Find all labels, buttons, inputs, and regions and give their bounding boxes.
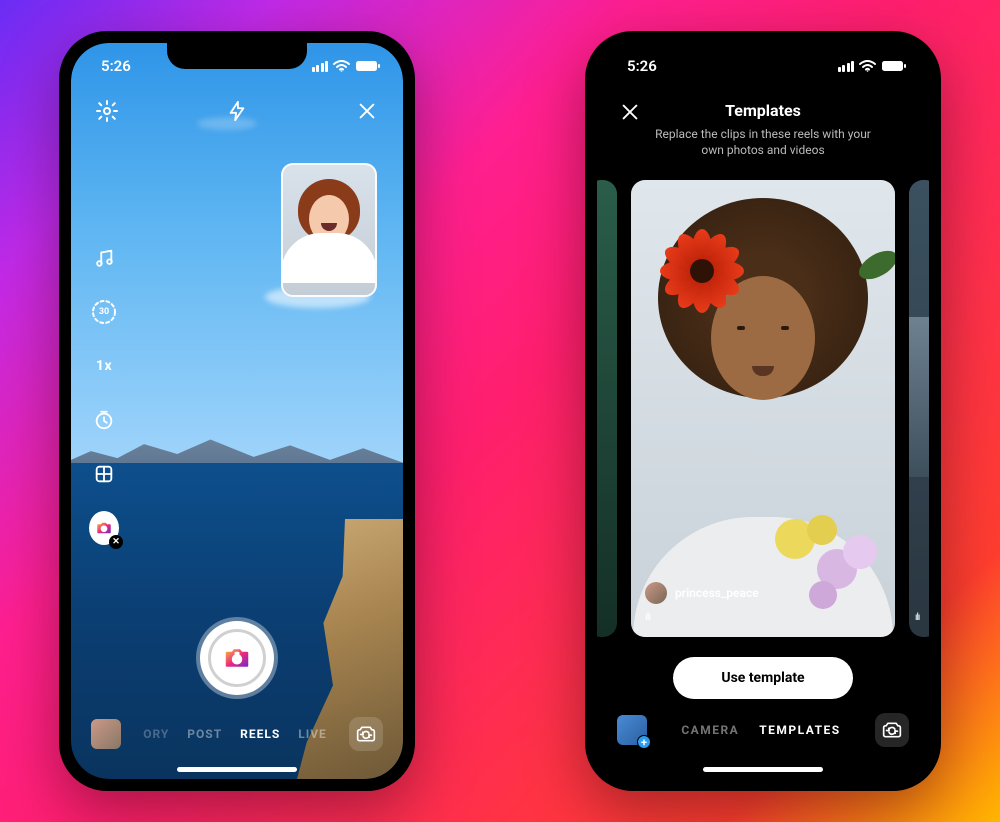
camera-top-bar	[71, 97, 403, 125]
status-time: 5:26	[101, 57, 131, 75]
timer-icon[interactable]	[89, 405, 119, 435]
shutter-button[interactable]	[200, 621, 274, 695]
cellular-signal-icon	[838, 61, 855, 72]
duration-button[interactable]: 30	[89, 297, 119, 327]
mode-story-partial[interactable]: ORY	[143, 727, 169, 741]
phone-left: 5:26	[59, 31, 415, 791]
mode-post[interactable]: POST	[187, 727, 222, 741]
flip-camera-button[interactable]	[875, 713, 909, 747]
mode-templates[interactable]: TEMPLATES	[759, 723, 840, 737]
source-mode-selector[interactable]: CAMERA TEMPLATES	[681, 723, 840, 737]
template-audio-label[interactable]: princess_peace · Original Audio	[658, 610, 811, 623]
templates-header: Templates Replace the clips in these ree…	[597, 89, 929, 164]
battery-icon	[881, 60, 907, 72]
status-time: 5:26	[627, 57, 657, 75]
flash-icon[interactable]	[223, 97, 251, 125]
battery-icon	[355, 60, 381, 72]
gallery-thumbnail[interactable]: +	[617, 715, 647, 745]
template-card-footer: princess_peace ılı princess_peace · Orig…	[645, 576, 881, 623]
settings-icon[interactable]	[93, 97, 121, 125]
wifi-icon	[333, 60, 350, 72]
layout-icon[interactable]	[89, 459, 119, 489]
use-template-button[interactable]: Use template	[673, 657, 853, 699]
template-card-main[interactable]: princess_peace ılı princess_peace · Orig…	[631, 180, 895, 637]
header-subtitle: Replace the clips in these reels with yo…	[619, 126, 907, 158]
wifi-icon	[859, 60, 876, 72]
cellular-signal-icon	[312, 61, 329, 72]
audio-icon: ılı	[915, 612, 919, 623]
template-card-prev[interactable]	[597, 180, 617, 637]
template-username[interactable]: princess_peace	[675, 586, 759, 600]
avatar[interactable]	[645, 582, 667, 604]
flip-camera-button[interactable]	[349, 717, 383, 751]
template-card-next[interactable]: ılı s	[909, 180, 929, 637]
music-icon[interactable]	[89, 243, 119, 273]
camera-bottom-row: ORY POST REELS LIVE	[71, 717, 403, 751]
close-icon[interactable]	[353, 97, 381, 125]
mode-live[interactable]: LIVE	[298, 727, 327, 741]
gallery-thumbnail[interactable]	[91, 719, 121, 749]
flower-decoration	[659, 228, 745, 314]
header-title: Templates	[619, 101, 907, 120]
status-bar: 5:26	[597, 43, 929, 89]
template-carousel[interactable]: princess_peace ılı princess_peace · Orig…	[597, 164, 929, 649]
home-indicator[interactable]	[177, 767, 297, 772]
home-indicator[interactable]	[703, 767, 823, 772]
remove-icon[interactable]: ✕	[109, 535, 123, 549]
mode-reels[interactable]: REELS	[240, 727, 280, 741]
audio-icon: ılı	[645, 610, 650, 623]
capture-mode-selector[interactable]: ORY POST REELS LIVE	[143, 727, 327, 741]
screen-right: 5:26 Templates Replace the clips in thes…	[597, 43, 929, 779]
close-icon[interactable]	[619, 101, 641, 127]
camera-roll-button[interactable]: ✕	[89, 513, 119, 543]
picture-in-picture-preview[interactable]	[281, 163, 377, 297]
status-bar: 5:26	[71, 43, 403, 89]
mode-camera[interactable]: CAMERA	[681, 723, 739, 737]
speed-button[interactable]: 1x	[89, 351, 119, 381]
add-icon: +	[637, 735, 651, 749]
phone-right: 5:26 Templates Replace the clips in thes…	[585, 31, 941, 791]
camera-tool-rail: 30 1x ✕	[89, 243, 119, 543]
duration-label: 30	[99, 307, 109, 317]
screen-left: 5:26	[71, 43, 403, 779]
